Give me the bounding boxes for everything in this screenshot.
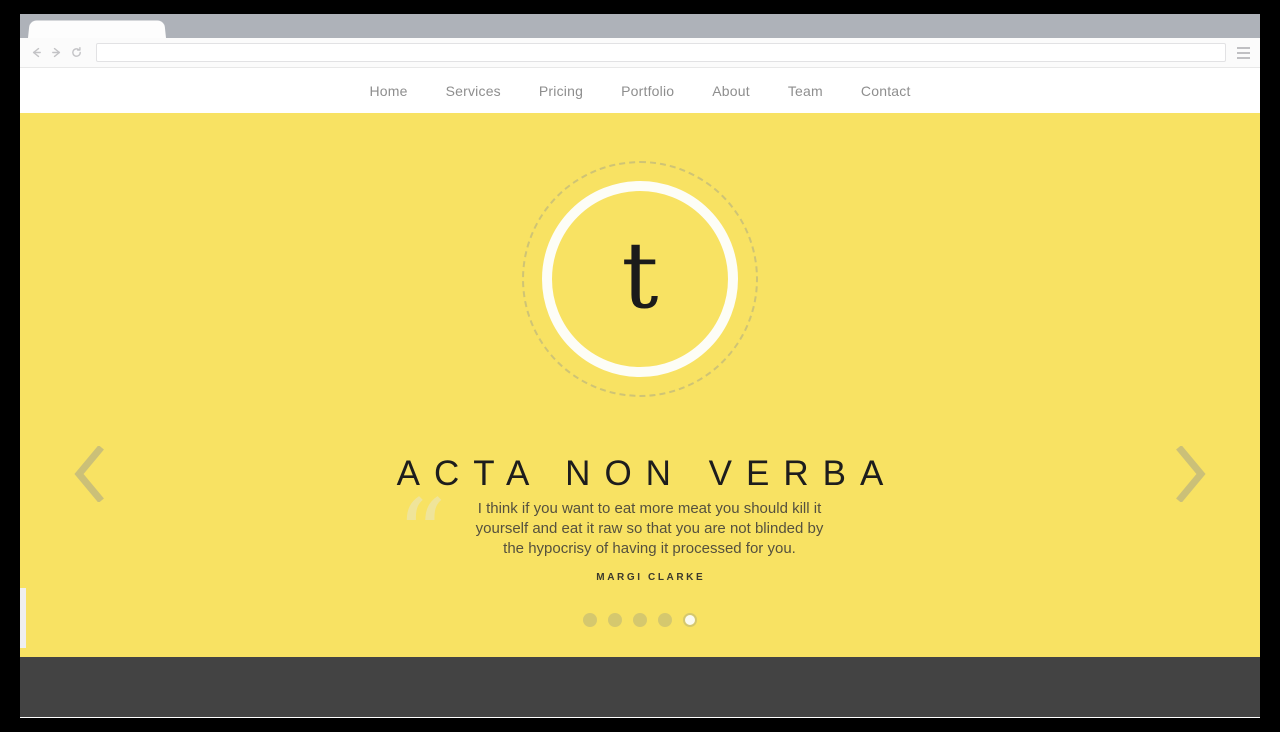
hero-quote-text: I think if you want to eat more meat you… <box>475 500 824 557</box>
hamburger-menu-icon[interactable] <box>1232 42 1254 64</box>
slider-dot-5[interactable] <box>683 613 697 627</box>
logo-letter: t <box>621 222 659 329</box>
slider-dot-3[interactable] <box>633 613 647 627</box>
quote-mark-icon: “ <box>397 479 447 591</box>
nav-item-about[interactable]: About <box>712 83 750 99</box>
back-arrow-icon[interactable] <box>26 43 46 63</box>
browser-tab-title <box>30 20 165 22</box>
hero-quote-author: MARGI CLARKE <box>596 572 706 583</box>
brand-logo: t <box>522 161 758 397</box>
page-viewport: Home Services Pricing Portfolio About Te… <box>20 68 1260 717</box>
slider-dot-1[interactable] <box>583 613 597 627</box>
browser-tab[interactable] <box>28 20 166 38</box>
slider-pagination <box>20 613 1260 627</box>
reload-icon[interactable] <box>66 43 86 63</box>
nav-item-contact[interactable]: Contact <box>861 83 911 99</box>
nav-item-pricing[interactable]: Pricing <box>539 83 583 99</box>
slider-dot-4[interactable] <box>658 613 672 627</box>
browser-window: Home Services Pricing Portfolio About Te… <box>20 14 1260 718</box>
hamburger-line <box>1236 46 1250 49</box>
nav-item-team[interactable]: Team <box>788 83 823 99</box>
browser-tab-strip <box>20 14 1260 38</box>
hamburger-line <box>1236 56 1250 59</box>
nav-item-home[interactable]: Home <box>369 83 407 99</box>
services-section: SERVICES <box>20 657 1260 717</box>
hamburger-line <box>1236 51 1250 54</box>
hero-title: ACTA NON VERBA <box>396 454 898 494</box>
slider-dot-2[interactable] <box>608 613 622 627</box>
hero-quote-block: “ I think if you want to eat more meat y… <box>397 487 875 583</box>
nav-item-portfolio[interactable]: Portfolio <box>621 83 674 99</box>
address-bar[interactable] <box>96 43 1226 62</box>
nav-item-services[interactable]: Services <box>446 83 501 99</box>
logo-solid-ring: t <box>542 181 738 377</box>
site-navigation: Home Services Pricing Portfolio About Te… <box>20 68 1260 113</box>
forward-arrow-icon[interactable] <box>46 43 66 63</box>
browser-toolbar <box>20 38 1260 68</box>
hero-slider: t ACTA NON VERBA “ I think if you want t… <box>20 113 1260 657</box>
